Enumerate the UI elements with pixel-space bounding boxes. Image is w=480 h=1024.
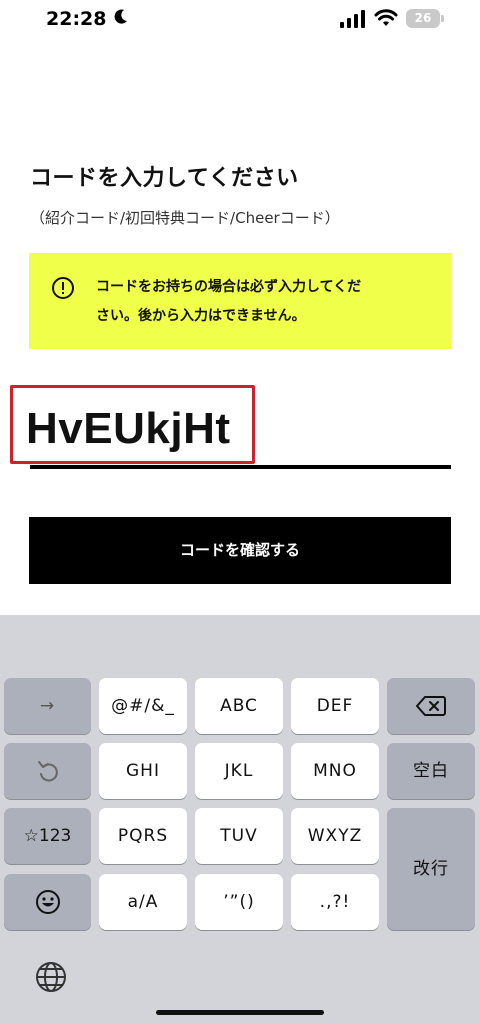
key-enter[interactable]: 改行 xyxy=(387,808,475,930)
key-def[interactable]: DEF xyxy=(291,678,379,734)
key-wxyz-label: WXYZ xyxy=(307,826,363,846)
signal-icon xyxy=(340,10,365,28)
key-mno-label: MNO xyxy=(313,761,357,781)
key-punctuation[interactable]: .,?! xyxy=(291,874,379,930)
key-symbols-label: @#/&_ xyxy=(111,696,175,716)
key-space-label: 空白 xyxy=(413,761,449,781)
warning-circle-icon xyxy=(52,277,74,299)
key-arrow-label: → xyxy=(39,696,56,716)
emoji-icon xyxy=(36,890,60,914)
home-indicator xyxy=(156,1010,324,1015)
key-backspace[interactable] xyxy=(387,678,475,734)
notice-text: コードをお持ちの場合は必ず入力してくだ さい。後から入力はできません。 xyxy=(96,273,436,331)
battery-indicator: 26 xyxy=(406,9,440,28)
key-tuv[interactable]: TUV xyxy=(195,808,283,864)
key-undo[interactable] xyxy=(4,743,91,799)
undo-icon xyxy=(38,761,58,782)
notice-line-2: さい。後から入力はできません。 xyxy=(96,308,306,324)
key-pqrs-label: PQRS xyxy=(117,826,169,846)
key-quotes-label: ’”() xyxy=(223,892,255,912)
key-wxyz[interactable]: WXYZ xyxy=(291,808,379,864)
status-bar: 22:28 26 xyxy=(0,0,480,40)
key-enter-label: 改行 xyxy=(413,859,449,879)
key-quotes[interactable]: ’”() xyxy=(195,874,283,930)
key-punctuation-label: .,?! xyxy=(319,892,351,912)
key-abc[interactable]: ABC xyxy=(195,678,283,734)
wifi-icon xyxy=(374,9,398,26)
key-arrow[interactable]: → xyxy=(4,678,91,734)
code-highlight-box xyxy=(10,385,255,464)
notice-banner: コードをお持ちの場合は必ず入力してくだ さい。後から入力はできません。 xyxy=(29,253,451,349)
status-time: 22:28 xyxy=(46,8,107,30)
key-jkl[interactable]: JKL xyxy=(195,743,283,799)
key-emoji[interactable] xyxy=(4,874,91,930)
key-def-label: DEF xyxy=(316,696,354,716)
key-tuv-label: TUV xyxy=(220,826,258,846)
moon-icon xyxy=(114,9,127,24)
key-symbols[interactable]: @#/&_ xyxy=(99,678,187,734)
key-numbers-label: ☆123 xyxy=(23,826,72,846)
key-case-label: a/A xyxy=(127,892,159,912)
page-title: コードを入力してください xyxy=(30,166,299,191)
key-pqrs[interactable]: PQRS xyxy=(99,808,187,864)
key-mno[interactable]: MNO xyxy=(291,743,379,799)
key-case[interactable]: a/A xyxy=(99,874,187,930)
confirm-code-button[interactable]: コードを確認する xyxy=(29,517,451,584)
key-abc-label: ABC xyxy=(220,696,258,716)
backspace-icon xyxy=(416,696,446,716)
globe-icon[interactable] xyxy=(34,960,68,994)
battery-tip xyxy=(441,15,444,22)
key-numbers[interactable]: ☆123 xyxy=(4,808,91,864)
key-jkl-label: JKL xyxy=(224,761,254,781)
notice-line-1: コードをお持ちの場合は必ず入力してくだ xyxy=(96,279,362,295)
key-ghi-label: GHI xyxy=(126,761,160,781)
page-subtitle: （紹介コード/初回特典コード/Cheerコード） xyxy=(30,209,340,227)
key-space[interactable]: 空白 xyxy=(387,743,475,799)
key-ghi[interactable]: GHI xyxy=(99,743,187,799)
code-input-underline xyxy=(30,465,451,469)
